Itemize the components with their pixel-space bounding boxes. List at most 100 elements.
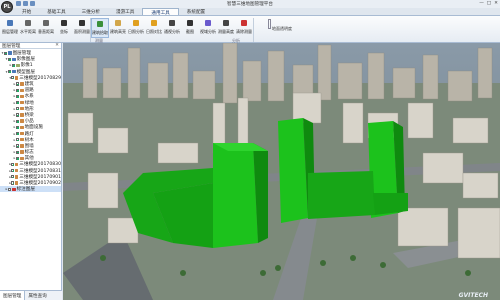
panel-tabs: 图层管理 属性查询 bbox=[0, 290, 62, 300]
ribbon-button-13[interactable]: 清除测量 bbox=[235, 18, 253, 38]
tab-4[interactable]: 通用工具 bbox=[142, 8, 179, 16]
layer-checkbox[interactable] bbox=[11, 162, 15, 167]
layer-checkbox[interactable] bbox=[16, 144, 20, 148]
tab-1[interactable]: 基础工具 bbox=[39, 8, 73, 15]
layer-icon bbox=[20, 94, 24, 99]
ground-transparency-control[interactable]: 地面透明度 bbox=[268, 19, 328, 31]
tab-attribute-query[interactable]: 属性查询 bbox=[25, 291, 49, 300]
layer-icon bbox=[16, 63, 20, 68]
ribbon-tabs: 开始 基础工具 三维分析 漫游工具 通用工具 系统配置 bbox=[14, 8, 213, 16]
layer-checkbox[interactable] bbox=[8, 187, 12, 191]
layer-checkbox[interactable] bbox=[16, 131, 20, 136]
layer-checkbox[interactable] bbox=[16, 88, 20, 92]
ribbon-button-9[interactable]: 通视分析 bbox=[163, 18, 181, 38]
ribbon-button-label: 截图 bbox=[186, 29, 194, 34]
tab-5[interactable]: 系统配置 bbox=[179, 8, 213, 15]
layer-checkbox[interactable] bbox=[16, 113, 20, 117]
layer-checkbox[interactable] bbox=[11, 175, 15, 179]
eye-icon bbox=[168, 19, 176, 27]
logo-text: PL bbox=[3, 4, 11, 10]
ribbon-button-8[interactable]: 日照对比 bbox=[145, 18, 163, 38]
city-scene[interactable] bbox=[63, 43, 500, 300]
layer-checkbox[interactable] bbox=[16, 82, 20, 86]
ribbon-button-6[interactable]: 建筑高亮 bbox=[109, 18, 127, 38]
ribbon-button-label: 清除测量 bbox=[236, 29, 252, 34]
layer-icon bbox=[20, 88, 24, 92]
sun-compare-icon bbox=[150, 19, 158, 27]
ribbon-button-label: 建筑拾取 bbox=[92, 30, 108, 35]
layer-checkbox[interactable] bbox=[12, 63, 16, 68]
tab-3[interactable]: 漫游工具 bbox=[108, 8, 142, 15]
layer-checkbox[interactable] bbox=[4, 51, 8, 55]
tree-node-label: 建筑 bbox=[24, 82, 34, 88]
tree-node-label: 三维模型20170830 bbox=[19, 162, 62, 168]
panel-title: 图层管理 bbox=[2, 44, 21, 49]
ribbon-button-label: 坐标 bbox=[60, 29, 68, 34]
layer-icon bbox=[20, 131, 24, 136]
ribbon-button-3[interactable]: 坐标 bbox=[55, 18, 73, 38]
layer-icon bbox=[20, 100, 24, 105]
ribbon-button-label: 面积测量 bbox=[74, 29, 90, 34]
tree-node-label: 模型图层 bbox=[16, 69, 35, 75]
layer-checkbox[interactable] bbox=[16, 150, 20, 154]
ribbon: 地面透明度 测量 分析 图层管理 水平距离 垂直距离 坐标 面积测量 建筑拾取 建筑高亮 日照… bbox=[0, 15, 500, 43]
tree-node[interactable]: ▸ 标注图层 bbox=[0, 186, 61, 193]
layers-icon bbox=[6, 19, 14, 27]
ribbon-button-label: 垂直距离 bbox=[38, 29, 54, 34]
layer-checkbox[interactable] bbox=[16, 125, 20, 129]
tab-2[interactable]: 三维分析 bbox=[74, 8, 108, 15]
layer-checkbox[interactable] bbox=[16, 138, 20, 142]
sun-icon bbox=[132, 19, 140, 27]
ribbon-button-label: 建筑高亮 bbox=[110, 29, 126, 34]
tree-node-label: 小品 bbox=[24, 119, 34, 125]
layer-icon bbox=[20, 119, 24, 123]
window-controls: — □ ✕ bbox=[479, 1, 498, 6]
ribbon-button-4[interactable]: 面积测量 bbox=[73, 18, 91, 38]
app-logo[interactable]: PL bbox=[1, 1, 13, 13]
layer-checkbox[interactable] bbox=[11, 76, 15, 80]
layer-checkbox[interactable] bbox=[8, 70, 12, 74]
layer-icon bbox=[15, 175, 19, 179]
maximize-button[interactable]: □ bbox=[487, 1, 491, 6]
height-icon bbox=[222, 19, 230, 27]
ribbon-button-5[interactable]: 建筑拾取 bbox=[91, 18, 109, 38]
ribbon-button-1[interactable]: 水平距离 bbox=[19, 18, 37, 38]
camera-icon bbox=[186, 19, 194, 27]
ribbon-separator bbox=[90, 18, 91, 42]
layer-checkbox[interactable] bbox=[16, 119, 20, 123]
tree-node-label: 地面设施 bbox=[24, 125, 43, 131]
tree-node-label: 树木 bbox=[24, 137, 34, 143]
ribbon-button-0[interactable]: 图层管理 bbox=[1, 18, 19, 38]
layer-icon bbox=[20, 150, 24, 154]
layer-checkbox[interactable] bbox=[8, 57, 12, 61]
ribbon-button-10[interactable]: 截图 bbox=[181, 18, 199, 38]
layer-checkbox[interactable] bbox=[16, 156, 20, 160]
layer-icon bbox=[15, 181, 19, 185]
minimize-button[interactable]: — bbox=[479, 1, 484, 6]
layer-icon bbox=[20, 156, 24, 160]
building-pick-icon bbox=[96, 20, 104, 28]
map-3d-view[interactable] bbox=[63, 43, 500, 300]
ribbon-button-2[interactable]: 垂直距离 bbox=[37, 18, 55, 38]
ruler-horizontal-icon bbox=[24, 19, 32, 27]
layer-checkbox[interactable] bbox=[11, 181, 15, 185]
transparency-slider[interactable] bbox=[268, 19, 271, 29]
close-button[interactable]: ✕ bbox=[494, 1, 498, 6]
layer-checkbox[interactable] bbox=[16, 94, 20, 98]
panel-close-icon[interactable]: ✕ bbox=[55, 43, 59, 48]
ribbon-button-7[interactable]: 日照分析 bbox=[127, 18, 145, 38]
crosshair-icon bbox=[60, 19, 68, 27]
tab-0[interactable]: 开始 bbox=[14, 8, 39, 15]
ribbon-button-11[interactable]: 视域分析 bbox=[199, 18, 217, 38]
layer-checkbox[interactable] bbox=[16, 107, 20, 111]
ribbon-button-label: 测量高度 bbox=[218, 29, 234, 34]
ribbon-button-label: 视域分析 bbox=[200, 29, 216, 34]
status-bar: GVITECH bbox=[63, 292, 500, 300]
layer-checkbox[interactable] bbox=[16, 101, 20, 105]
tree-node-label: 影像图层 bbox=[16, 57, 35, 63]
building-highlight-icon bbox=[114, 19, 122, 27]
tab-layer-manager[interactable]: 图层管理 bbox=[0, 291, 26, 300]
tree-node-label: 围墙 bbox=[24, 143, 34, 149]
layer-checkbox[interactable] bbox=[11, 169, 15, 173]
ribbon-button-12[interactable]: 测量高度 bbox=[217, 18, 235, 38]
